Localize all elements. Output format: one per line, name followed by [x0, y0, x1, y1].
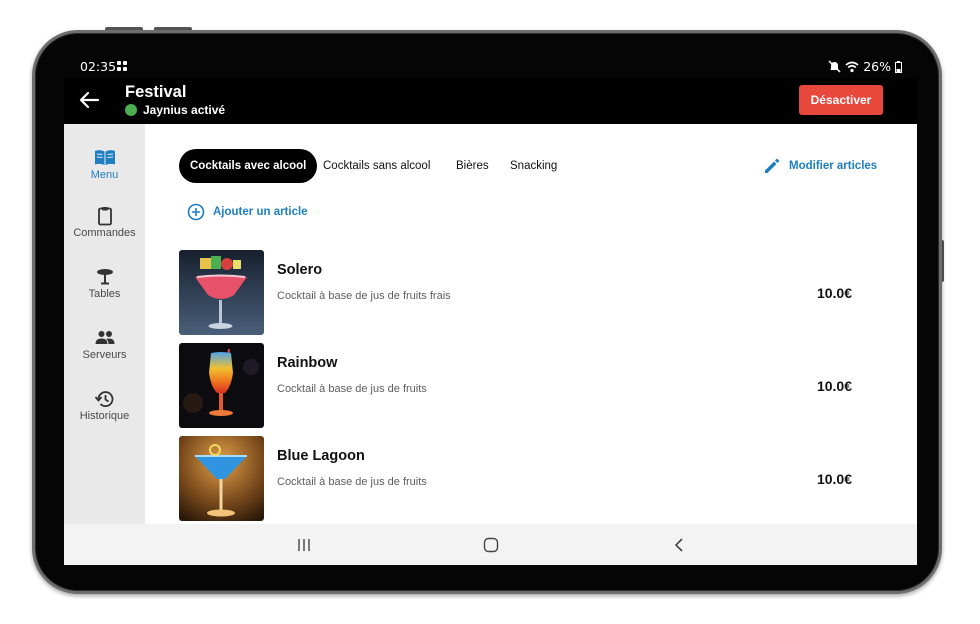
mute-icon — [828, 60, 841, 73]
event-status-text: Jaynius activé — [143, 103, 226, 117]
sidebar-item-historique[interactable]: Historique — [64, 389, 145, 422]
edit-articles-label: Modifier articles — [789, 160, 878, 172]
article-price: 10.0€ — [816, 285, 852, 301]
status-dot-icon — [125, 104, 137, 116]
tab-cocktails-sans-alcool[interactable]: Cocktails sans alcool — [323, 149, 430, 183]
sidebar-item-label: Serveurs — [82, 349, 127, 361]
sidebar: Menu Commandes Tables Serveurs Historiqu… — [64, 124, 145, 524]
tab-cocktails-avec-alcool[interactable]: Cocktails avec alcool — [179, 149, 318, 183]
sidebar-item-label: Tables — [88, 288, 121, 300]
battery-icon — [895, 60, 902, 73]
sidebar-item-label: Historique — [79, 410, 130, 422]
article-price: 10.0€ — [816, 471, 852, 487]
back-nav-icon[interactable] — [671, 537, 687, 553]
status-time: 02:35 — [80, 59, 117, 74]
article-description: Cocktail à base de jus de fruits frais — [277, 290, 451, 302]
sidebar-item-label: Commandes — [73, 227, 136, 239]
event-title: Festival — [125, 83, 187, 101]
article-row[interactable]: Solero Cocktail à base de jus de fruits … — [179, 250, 879, 335]
clipboard-icon — [97, 207, 112, 226]
tab-bieres[interactable]: Bières — [456, 149, 489, 183]
main-content: Cocktails avec alcool Cocktails sans alc… — [145, 124, 917, 524]
sidebar-item-commandes[interactable]: Commandes — [64, 206, 145, 239]
add-article-button[interactable]: Ajouter un article — [187, 203, 308, 221]
article-name: Rainbow — [277, 355, 338, 371]
deactivate-button[interactable]: Désactiver — [799, 85, 883, 115]
system-nav-bar — [64, 524, 917, 565]
article-name: Solero — [277, 262, 323, 278]
app-screen: Menu Commandes Tables Serveurs Historiqu… — [64, 124, 917, 524]
article-name: Blue Lagoon — [277, 448, 365, 464]
add-circle-icon — [187, 203, 205, 221]
back-arrow-icon[interactable] — [78, 90, 100, 110]
status-bar: 02:35 26% — [80, 59, 902, 75]
wifi-icon — [845, 61, 859, 72]
article-description: Cocktail à base de jus de fruits — [277, 476, 427, 488]
battery-percent: 26% — [863, 59, 891, 74]
history-icon — [94, 391, 113, 407]
article-row[interactable]: Rainbow Cocktail à base de jus de fruits… — [179, 343, 879, 428]
tab-snacking[interactable]: Snacking — [510, 149, 557, 183]
event-status: Jaynius activé — [125, 103, 225, 117]
rainbow-cocktail-image — [179, 343, 264, 428]
sidebar-item-label: Menu — [90, 169, 119, 181]
home-icon[interactable] — [483, 537, 499, 553]
notification-dots-icon — [117, 61, 127, 71]
article-row[interactable]: Blue Lagoon Cocktail à base de jus de fr… — [179, 436, 879, 521]
article-price: 10.0€ — [816, 378, 852, 394]
recent-apps-icon[interactable] — [296, 537, 312, 553]
pencil-icon — [765, 158, 780, 173]
people-icon — [95, 331, 114, 344]
edit-articles-button[interactable]: Modifier articles — [763, 157, 877, 175]
solero-cocktail-image — [179, 250, 264, 335]
app-header: Festival Jaynius activé Désactiver — [64, 78, 917, 124]
sidebar-item-tables[interactable]: Tables — [64, 267, 145, 300]
article-description: Cocktail à base de jus de fruits — [277, 383, 427, 395]
sidebar-item-menu[interactable]: Menu — [64, 148, 145, 181]
sidebar-item-serveurs[interactable]: Serveurs — [64, 328, 145, 361]
table-icon — [96, 269, 113, 285]
status-right: 26% — [828, 59, 902, 74]
blue-lagoon-cocktail-image — [179, 436, 264, 521]
book-icon — [94, 150, 115, 165]
add-article-label: Ajouter un article — [213, 206, 308, 218]
